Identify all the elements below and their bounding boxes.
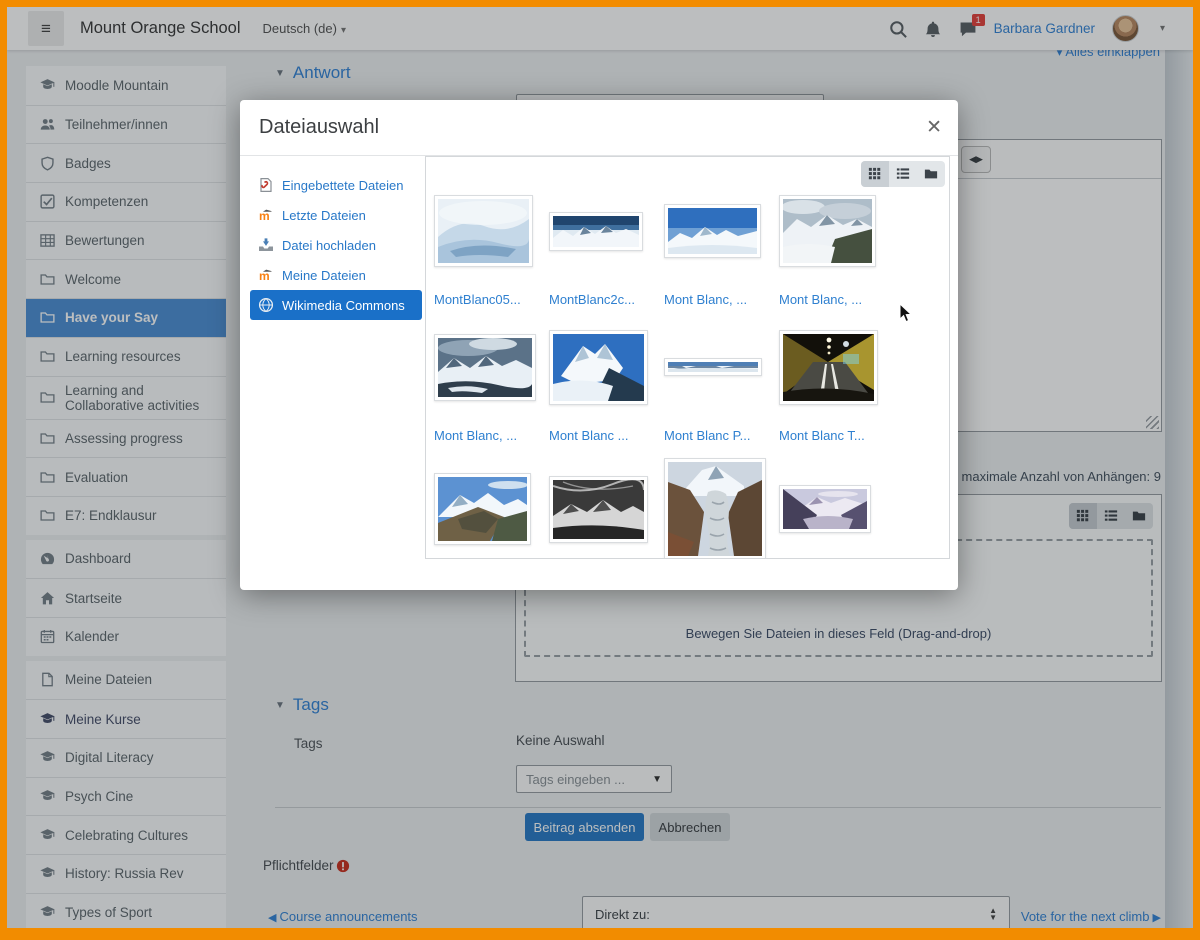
file-name-link[interactable]: Mont Blanc T... xyxy=(779,417,885,453)
embedded-file-icon xyxy=(258,177,274,193)
file-tile[interactable]: MontBlanc05... xyxy=(434,181,549,317)
repo-embedded-files[interactable]: Eingebettete Dateien xyxy=(250,170,422,200)
tree-view-folder-icon[interactable] xyxy=(917,161,945,187)
file-picker-dialog: Dateiauswahl ✕ Eingebettete Dateien m Le… xyxy=(240,100,958,590)
repo-wikimedia-commons[interactable]: Wikimedia Commons xyxy=(250,290,422,320)
close-icon[interactable]: ✕ xyxy=(926,116,942,139)
file-thumbnail xyxy=(434,473,531,545)
dialog-header: Dateiauswahl ✕ xyxy=(240,100,958,156)
file-thumbnail xyxy=(434,334,536,401)
wikimedia-globe-icon xyxy=(258,297,274,313)
file-tile-grid: MontBlanc05... MontBlanc2c... Mont Blanc… xyxy=(434,181,904,559)
file-thumbnail xyxy=(549,330,648,405)
upload-icon xyxy=(258,237,274,253)
repo-upload-file[interactable]: Datei hochladen xyxy=(250,230,422,260)
file-name-link[interactable]: Mont Blanc ... xyxy=(549,417,655,453)
file-tile[interactable]: Mont Blanc P... xyxy=(664,317,779,453)
file-name-link[interactable]: Mont Blanc, ... xyxy=(434,417,540,453)
file-thumbnail xyxy=(664,458,766,559)
file-thumbnail xyxy=(549,212,643,251)
repository-list: Eingebettete Dateien m Letzte Dateien Da… xyxy=(250,170,422,320)
svg-text:m: m xyxy=(259,269,270,283)
file-tile[interactable] xyxy=(549,453,664,559)
file-name-link[interactable]: MontBlanc05... xyxy=(434,281,540,317)
file-thumbnail xyxy=(434,195,533,267)
file-picker-results: MontBlanc05... MontBlanc2c... Mont Blanc… xyxy=(425,156,950,559)
file-tile[interactable]: Mont Blanc T... xyxy=(779,317,894,453)
file-thumbnail xyxy=(779,485,871,533)
page-stage: ≡ Mount Orange School Deutsch (de)▾ 1 Ba… xyxy=(7,7,1193,928)
file-name-link[interactable]: Mont Blanc, ... xyxy=(664,281,770,317)
file-name-link[interactable]: Mont Blanc P... xyxy=(664,417,770,453)
file-tile[interactable]: Mont Blanc ... xyxy=(549,317,664,453)
file-tile[interactable]: MontBlanc2c... xyxy=(549,181,664,317)
repo-recent-files[interactable]: m Letzte Dateien xyxy=(250,200,422,230)
moodle-m-icon: m xyxy=(258,267,274,283)
dialog-title: Dateiauswahl xyxy=(259,116,379,139)
svg-text:m: m xyxy=(259,209,270,223)
file-name-link[interactable]: Mont Blanc, ... xyxy=(779,281,885,317)
file-thumbnail xyxy=(664,358,762,376)
file-thumbnail xyxy=(664,204,761,258)
repo-private-files[interactable]: m Meine Dateien xyxy=(250,260,422,290)
file-tile[interactable]: Mont Blanc, ... xyxy=(434,317,549,453)
file-tile[interactable]: Mont Blanc, ... xyxy=(664,181,779,317)
file-tile[interactable] xyxy=(779,453,894,559)
file-thumbnail xyxy=(779,330,878,405)
file-thumbnail xyxy=(779,195,876,267)
file-tile[interactable] xyxy=(664,453,779,559)
file-tile[interactable] xyxy=(434,453,549,559)
moodle-m-icon: m xyxy=(258,207,274,223)
file-name-link[interactable]: MontBlanc2c... xyxy=(549,281,655,317)
file-thumbnail xyxy=(549,476,648,543)
file-tile[interactable]: Mont Blanc, ... xyxy=(779,181,894,317)
